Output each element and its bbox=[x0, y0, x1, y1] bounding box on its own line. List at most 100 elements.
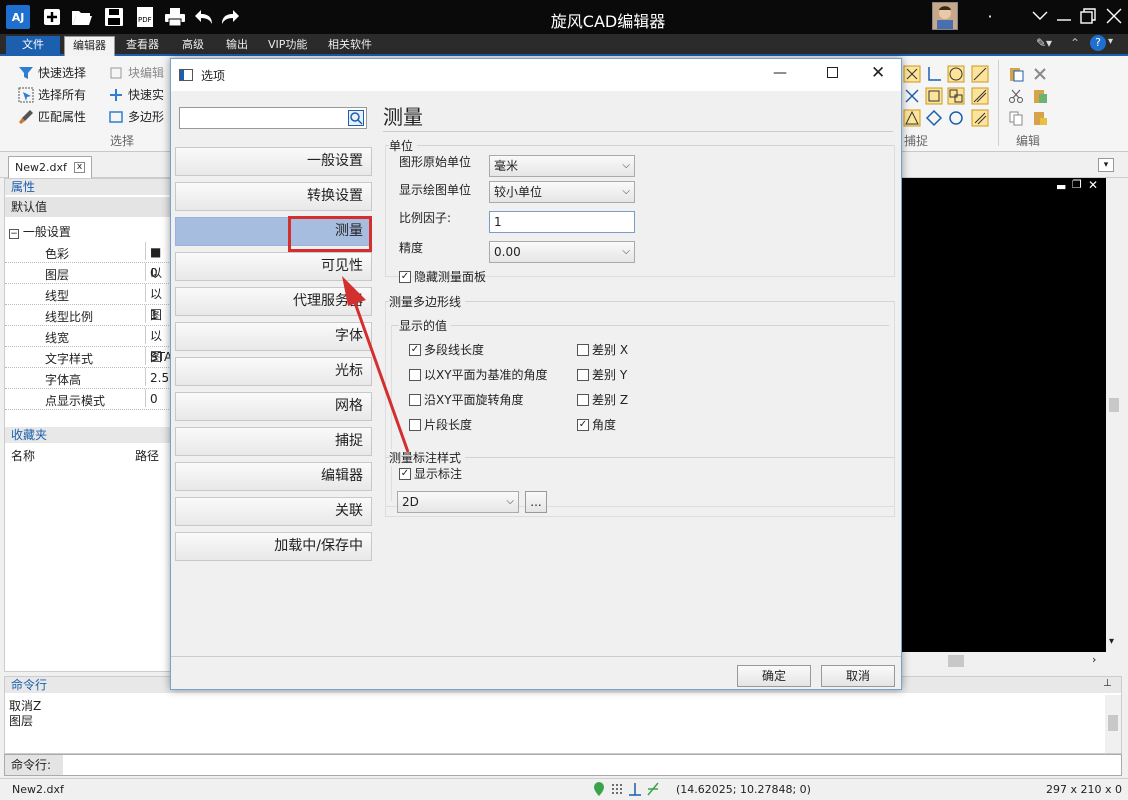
snap-endpoint-icon[interactable] bbox=[946, 86, 966, 106]
snap-nearest-icon[interactable] bbox=[946, 108, 966, 128]
collapse-icon[interactable]: − bbox=[9, 229, 19, 239]
display-unit-select[interactable]: 较小单位 ⌵ bbox=[489, 181, 635, 203]
cut-icon[interactable] bbox=[1006, 86, 1026, 106]
general-group-toggle[interactable]: − 一般设置 bbox=[9, 223, 71, 240]
browse-button[interactable]: ... bbox=[525, 491, 547, 513]
ortho-toggle-icon[interactable] bbox=[628, 781, 642, 797]
menu-tab-related[interactable]: 相关软件 bbox=[320, 36, 380, 56]
delta-y-checkbox[interactable]: 差别 Y bbox=[577, 366, 627, 383]
menu-tab-viewer[interactable]: 查看器 bbox=[118, 36, 167, 56]
help-dropdown-icon[interactable]: ▾ bbox=[1108, 36, 1113, 47]
nav-item[interactable]: 一般设置 bbox=[175, 147, 372, 176]
property-row[interactable]: 色彩 ■以 bbox=[5, 242, 171, 280]
angle-checkbox[interactable]: ✓ 角度 bbox=[577, 416, 616, 433]
property-row[interactable]: 图层 0 bbox=[5, 263, 171, 284]
paste-lock-icon[interactable] bbox=[1030, 108, 1050, 128]
command-input[interactable]: 命令行: bbox=[4, 754, 1122, 776]
scroll-down-icon[interactable]: ▾ bbox=[1109, 636, 1114, 647]
dialog-maximize-icon[interactable] bbox=[827, 67, 838, 78]
restore-icon[interactable] bbox=[1074, 4, 1102, 28]
cancel-button[interactable]: 取消 bbox=[821, 665, 895, 687]
property-value[interactable]: 2.5 bbox=[145, 368, 169, 386]
canvas-close-icon[interactable]: ✕ bbox=[1088, 178, 1098, 192]
snap-tangent-icon[interactable] bbox=[970, 64, 990, 84]
xy-plane-angle-checkbox[interactable]: 以XY平面为基准的角度 bbox=[409, 366, 548, 383]
match-properties-button[interactable]: 匹配属性 bbox=[18, 108, 86, 125]
paste-special-icon[interactable] bbox=[1030, 86, 1050, 106]
copy-icon[interactable] bbox=[1006, 108, 1026, 128]
delta-x-checkbox[interactable]: 差别 X bbox=[577, 341, 628, 358]
style-picker-icon[interactable]: ✎▾ bbox=[1036, 36, 1052, 50]
property-value[interactable]: 0 bbox=[145, 263, 158, 281]
nav-item[interactable]: 关联 bbox=[175, 497, 372, 526]
dimension-style-select[interactable]: 2D ⌵ bbox=[397, 491, 519, 513]
snap-center-icon[interactable] bbox=[946, 64, 966, 84]
menu-tab-output[interactable]: 输出 bbox=[218, 36, 256, 56]
canvas-minimize-icon[interactable]: ▬ bbox=[1056, 180, 1066, 193]
polyline-length-checkbox[interactable]: ✓ 多段线长度 bbox=[409, 341, 484, 358]
drawing-unit-select[interactable]: 毫米 ⌵ bbox=[489, 155, 635, 177]
property-row[interactable]: 线宽 以图 bbox=[5, 326, 171, 364]
xy-rotation-angle-checkbox[interactable]: 沿XY平面旋转角度 bbox=[409, 391, 524, 408]
nav-item[interactable]: 加载中/保存中 bbox=[175, 532, 372, 561]
canvas-restore-icon[interactable]: ❐ bbox=[1072, 178, 1082, 191]
menu-tab-advanced[interactable]: 高级 bbox=[174, 36, 212, 56]
property-value[interactable]: ■以 bbox=[145, 242, 171, 280]
property-value[interactable]: 0 bbox=[145, 389, 158, 407]
command-scroll-thumb[interactable] bbox=[1108, 715, 1118, 731]
user-avatar[interactable] bbox=[932, 2, 958, 30]
nav-item[interactable]: 转换设置 bbox=[175, 182, 372, 211]
hscroll-thumb[interactable] bbox=[948, 655, 964, 667]
tab-list-icon[interactable]: ▾ bbox=[1098, 158, 1114, 172]
property-row[interactable]: 文字样式 STAN bbox=[5, 347, 181, 368]
delete-icon[interactable] bbox=[1030, 64, 1050, 84]
ribbon-toggle-icon[interactable]: ⌃ bbox=[1070, 36, 1080, 50]
scale-factor-input[interactable]: 1 bbox=[489, 211, 635, 233]
document-tab[interactable]: New2.dxf x bbox=[8, 156, 92, 178]
snap-midline-icon[interactable] bbox=[970, 86, 990, 106]
snap-box-icon[interactable] bbox=[924, 86, 944, 106]
property-row[interactable]: 点显示模式 0 bbox=[5, 389, 171, 410]
snap-perpendicular-icon[interactable] bbox=[924, 64, 944, 84]
polygon-button[interactable]: 多边形 bbox=[108, 108, 164, 125]
snap-intersection-icon[interactable] bbox=[902, 86, 922, 106]
snap-parallel-icon[interactable] bbox=[970, 108, 990, 128]
property-value[interactable]: 以图 bbox=[145, 284, 171, 322]
property-value[interactable]: 以图 bbox=[145, 326, 171, 364]
command-scrollbar[interactable] bbox=[1105, 695, 1121, 753]
search-icon[interactable] bbox=[348, 110, 364, 126]
close-icon[interactable] bbox=[1100, 4, 1128, 28]
block-edit-button[interactable]: 块编辑 bbox=[108, 64, 164, 81]
snap-quadrant-icon[interactable] bbox=[924, 108, 944, 128]
canvas-vertical-scrollbar[interactable]: ▾ bbox=[1106, 178, 1122, 652]
property-value[interactable]: 1 bbox=[145, 305, 158, 323]
snap-triangle-icon[interactable] bbox=[902, 108, 922, 128]
precision-select[interactable]: 0.00 ⌵ bbox=[489, 241, 635, 263]
polar-toggle-icon[interactable] bbox=[646, 781, 660, 797]
options-search-input[interactable] bbox=[179, 107, 367, 129]
menu-tab-vip[interactable]: VIP功能 bbox=[260, 36, 315, 56]
nav-item[interactable]: 编辑器 bbox=[175, 462, 372, 491]
vscroll-thumb[interactable] bbox=[1109, 398, 1119, 412]
ok-button[interactable]: 确定 bbox=[737, 665, 811, 687]
grid-toggle-icon[interactable] bbox=[610, 781, 624, 797]
help-icon[interactable]: ? bbox=[1090, 35, 1106, 51]
more-dot-icon[interactable]: · bbox=[976, 4, 1004, 28]
delta-z-checkbox[interactable]: 差别 Z bbox=[577, 391, 628, 408]
property-row[interactable]: 线型 以图 bbox=[5, 284, 171, 322]
select-all-button[interactable]: 选择所有 bbox=[18, 86, 86, 103]
dialog-minimize-icon[interactable]: — bbox=[773, 65, 787, 81]
snap-toggle-icon[interactable] bbox=[592, 781, 606, 797]
property-row[interactable]: 字体高 2.5 bbox=[5, 368, 171, 389]
quick-entity-button[interactable]: 快速实 bbox=[108, 86, 164, 103]
pin-icon[interactable]: ⊥ bbox=[1103, 678, 1112, 689]
menu-tab-editor[interactable]: 编辑器 bbox=[64, 36, 115, 56]
show-dimension-checkbox[interactable]: ✓ 显示标注 bbox=[399, 465, 462, 482]
menu-file[interactable]: 文件 bbox=[6, 36, 60, 56]
dialog-close-icon[interactable]: ✕ bbox=[871, 63, 885, 83]
drawing-canvas[interactable]: ▬ ❐ ✕ bbox=[902, 178, 1106, 652]
property-row[interactable]: 线型比例 1 bbox=[5, 305, 171, 326]
snap-cross-icon[interactable] bbox=[902, 64, 922, 84]
paste-icon[interactable] bbox=[1006, 64, 1026, 84]
quick-select-button[interactable]: 快速选择 bbox=[18, 64, 86, 81]
